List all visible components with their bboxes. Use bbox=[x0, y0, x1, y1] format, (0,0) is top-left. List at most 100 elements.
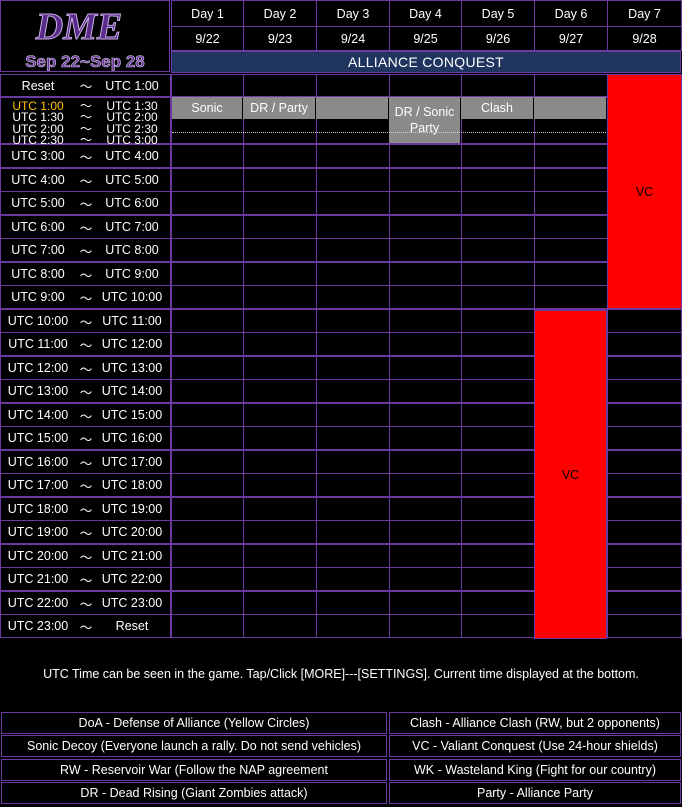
grid-cell bbox=[461, 544, 535, 568]
grid-cell bbox=[389, 144, 462, 168]
day-label-3: Day 3 bbox=[316, 0, 390, 27]
grid-cell bbox=[389, 614, 462, 638]
grid-cell bbox=[389, 238, 462, 262]
time-row: UTC 3:00 ～ UTC 4:00 bbox=[0, 144, 171, 168]
grid-cell bbox=[171, 144, 244, 168]
tilde: ～ bbox=[79, 80, 93, 94]
time-end: UTC 13:00 bbox=[101, 361, 163, 375]
time-start: UTC 14:00 bbox=[7, 408, 69, 422]
time-start: UTC 16:00 bbox=[7, 455, 69, 469]
tilde: ～ bbox=[79, 620, 93, 635]
grid-cell bbox=[461, 403, 535, 427]
time-start: Reset bbox=[21, 78, 55, 93]
time-row: UTC 6:00 ～ UTC 7:00 bbox=[0, 215, 171, 239]
grid-cell bbox=[316, 285, 390, 309]
grid-cell bbox=[607, 356, 682, 380]
tilde: ～ bbox=[79, 503, 93, 518]
time-start: UTC 8:00 bbox=[11, 267, 65, 281]
grid-cell bbox=[243, 426, 317, 450]
grid-cell bbox=[171, 520, 244, 544]
event-day6-block bbox=[534, 97, 606, 119]
grid-cell bbox=[461, 74, 535, 97]
tilde: ～ bbox=[79, 479, 93, 494]
grid-cell bbox=[243, 144, 317, 168]
grid-cell bbox=[243, 309, 317, 333]
time-end: UTC 6:00 bbox=[105, 196, 159, 210]
time-row: UTC 23:00 ～ Reset bbox=[0, 614, 171, 638]
tilde: ～ bbox=[79, 456, 93, 471]
legend-item: DoA - Defense of Alliance (Yellow Circle… bbox=[1, 712, 387, 734]
grid-cell bbox=[316, 309, 390, 333]
time-row: UTC 11:00 ～ UTC 12:00 bbox=[0, 332, 171, 356]
grid-cell bbox=[461, 168, 535, 192]
grid-cell bbox=[389, 168, 462, 192]
time-row: UTC 21:00 ～ UTC 22:00 bbox=[0, 567, 171, 591]
tilde: ～ bbox=[79, 409, 93, 424]
grid-cell bbox=[389, 567, 462, 591]
grid-cell bbox=[607, 332, 682, 356]
tilde: ～ bbox=[79, 432, 93, 447]
time-start: UTC 15:00 bbox=[7, 431, 69, 445]
time-row: UTC 17:00 ～ UTC 18:00 bbox=[0, 473, 171, 497]
grid-cell bbox=[243, 238, 317, 262]
time-end: UTC 7:00 bbox=[105, 220, 159, 234]
time-row: UTC 5:00 ～ UTC 6:00 bbox=[0, 191, 171, 215]
time-start: UTC 21:00 bbox=[7, 572, 69, 586]
day-label-4: Day 4 bbox=[389, 0, 462, 27]
grid-cell bbox=[461, 238, 535, 262]
grid-cell bbox=[243, 356, 317, 380]
time-row: UTC 16:00 ～ UTC 17:00 bbox=[0, 450, 171, 474]
grid-cell bbox=[243, 168, 317, 192]
tilde: ～ bbox=[79, 362, 93, 377]
grid-cell bbox=[389, 262, 462, 286]
time-start: UTC 5:00 bbox=[11, 196, 65, 210]
time-end: UTC 12:00 bbox=[101, 337, 163, 351]
grid-cell bbox=[607, 426, 682, 450]
grid-cell bbox=[607, 544, 682, 568]
time-end: UTC 11:00 bbox=[102, 314, 162, 328]
time-end: UTC 5:00 bbox=[105, 173, 159, 187]
grid-cell bbox=[389, 544, 462, 568]
time-row: UTC 13:00 ～ UTC 14:00 bbox=[0, 379, 171, 403]
time-start: UTC 20:00 bbox=[7, 549, 69, 563]
logo-graphic: DME Sep 22~Sep 28 bbox=[25, 6, 145, 72]
time-end: UTC 17:00 bbox=[101, 455, 163, 469]
grid-cell bbox=[316, 356, 390, 380]
time-start: UTC 13:00 bbox=[7, 384, 69, 398]
grid-cell bbox=[243, 262, 317, 286]
grid-cell bbox=[171, 544, 244, 568]
grid-cell bbox=[316, 379, 390, 403]
event-day4-line1: DR / Sonic bbox=[394, 105, 455, 119]
grid-cell bbox=[243, 191, 317, 215]
time-start: UTC 22:00 bbox=[7, 596, 69, 610]
grid-cell bbox=[389, 356, 462, 380]
grid-cell bbox=[243, 520, 317, 544]
tilde: ～ bbox=[79, 244, 93, 259]
grid-cell bbox=[316, 614, 390, 638]
event-day5-clash: Clash bbox=[461, 97, 533, 119]
grid-cell bbox=[461, 497, 535, 521]
grid-cell bbox=[461, 520, 535, 544]
time-end: UTC 9:00 bbox=[105, 267, 159, 281]
grid-cell bbox=[243, 285, 317, 309]
tilde: ～ bbox=[79, 338, 93, 353]
time-start: UTC 10:00 bbox=[7, 314, 69, 328]
time-end: UTC 18:00 bbox=[101, 478, 163, 492]
grid-cell bbox=[171, 191, 244, 215]
tilde: ～ bbox=[79, 597, 93, 612]
time-row: UTC 12:00 ～ UTC 13:00 bbox=[0, 356, 171, 380]
tilde: ～ bbox=[79, 526, 93, 541]
time-end: UTC 20:00 bbox=[101, 525, 163, 539]
time-row: UTC 15:00 ～ UTC 16:00 bbox=[0, 426, 171, 450]
grid-cell bbox=[243, 497, 317, 521]
grid-cell bbox=[316, 544, 390, 568]
tilde: ～ bbox=[79, 221, 93, 236]
time-row: Reset ～ UTC 1:00 bbox=[0, 74, 171, 97]
time-row: UTC 10:00 ～ UTC 11:00 bbox=[0, 309, 171, 333]
grid-cell bbox=[243, 215, 317, 239]
tilde: ～ bbox=[79, 315, 93, 330]
grid-cell bbox=[316, 450, 390, 474]
time-end: UTC 10:00 bbox=[101, 290, 163, 304]
event-day6-vc: VC bbox=[534, 310, 607, 639]
day-date-2: 9/23 bbox=[243, 26, 317, 51]
